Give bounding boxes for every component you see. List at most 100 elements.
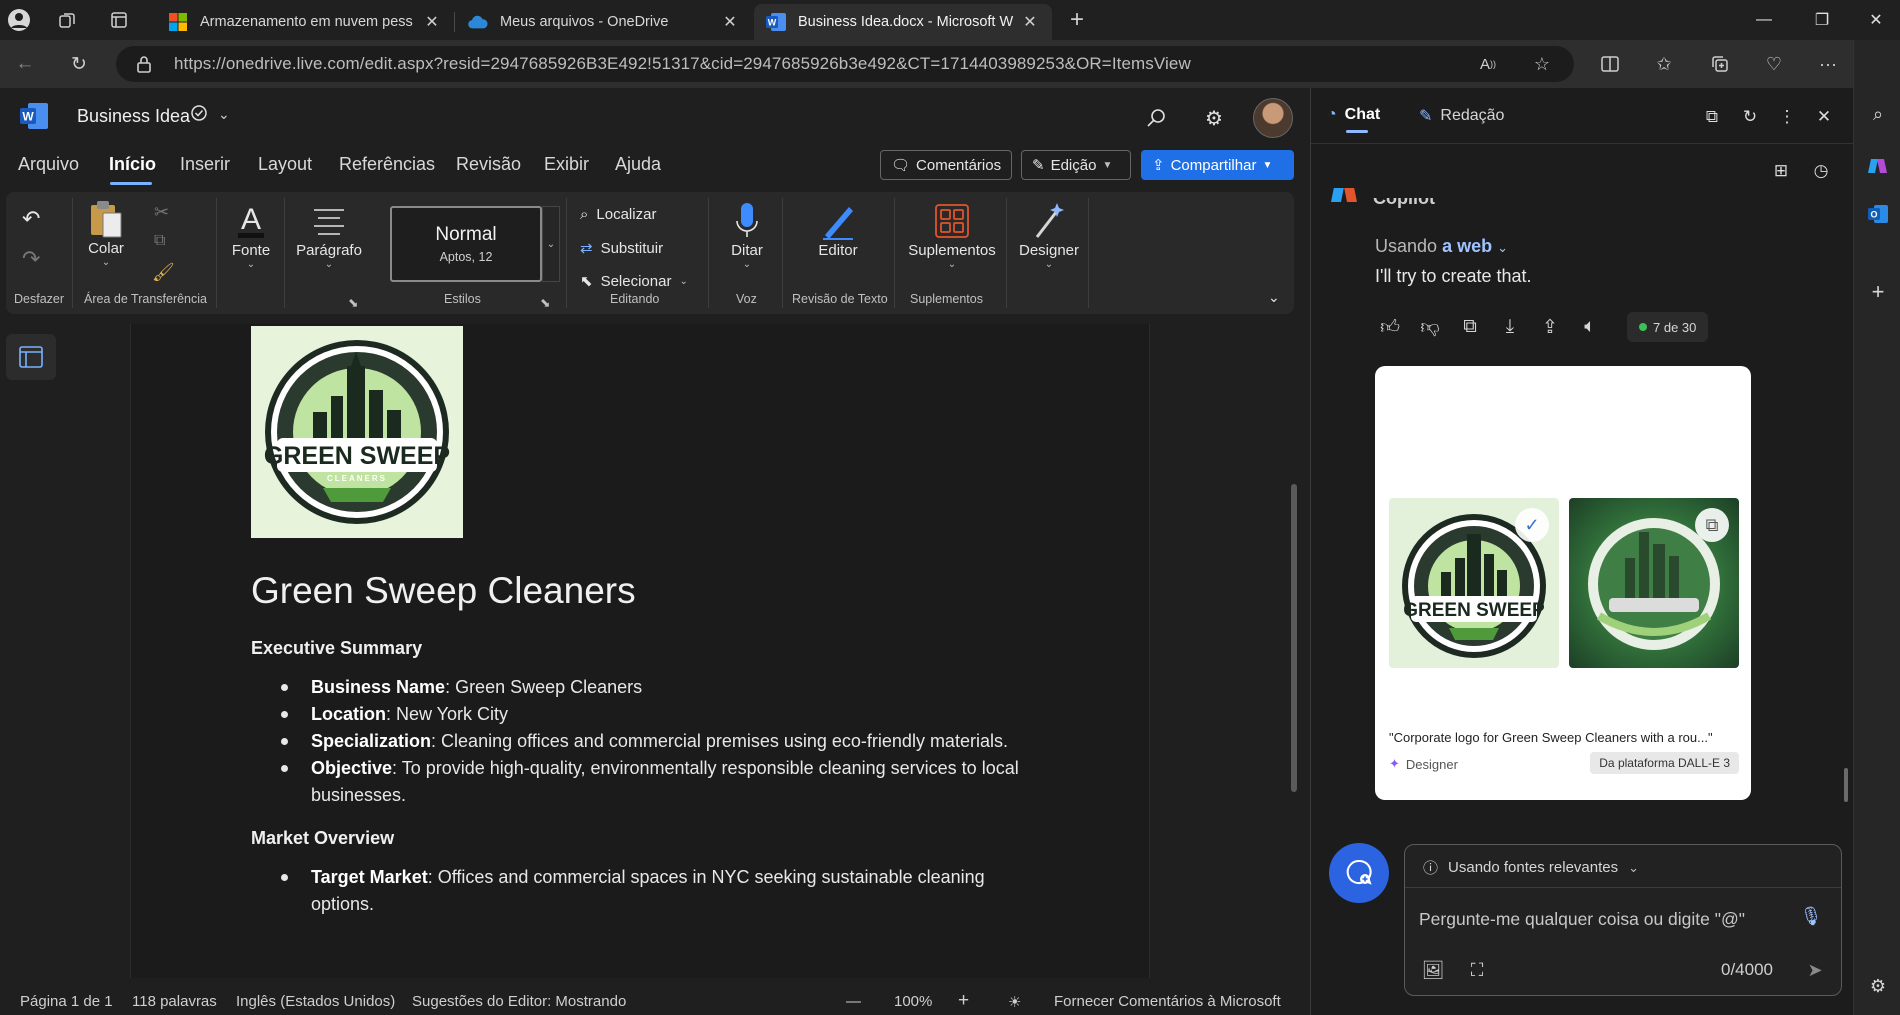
document-title[interactable]: Green Sweep Cleaners <box>251 570 636 612</box>
editor-suggestions[interactable]: Sugestões do Editor: Mostrando <box>412 993 626 1010</box>
read-aloud-icon[interactable]: A)) <box>1468 48 1508 80</box>
close-tab-icon[interactable]: ✕ <box>1020 12 1040 32</box>
open-in-new-icon[interactable]: ⧉ <box>1698 104 1726 130</box>
performance-icon[interactable]: ♡ <box>1754 48 1794 80</box>
tab-arquivo[interactable]: Arquivo <box>18 154 79 175</box>
section-heading[interactable]: Executive Summary <box>251 638 422 659</box>
tab-word-document[interactable]: W Business Idea.docx - Microsoft W ✕ <box>754 4 1052 40</box>
document-scrollbar[interactable] <box>1291 484 1297 792</box>
split-screen-icon[interactable] <box>1590 48 1630 80</box>
cut-icon[interactable]: ✂ <box>154 202 169 223</box>
format-painter-icon[interactable]: 🖌 <box>152 262 175 283</box>
word-logo-icon[interactable]: W <box>20 103 48 129</box>
tab-onedrive-storage[interactable]: Armazenamento em nuvem pess ✕ <box>156 4 454 40</box>
favorites-icon[interactable]: ✩ <box>1644 48 1684 80</box>
tab-revisao[interactable]: Revisão <box>456 154 521 175</box>
editor-button[interactable]: Editor <box>810 200 866 259</box>
tab-onedrive-files[interactable]: Meus arquivos - OneDrive ✕ <box>456 4 752 40</box>
checkmark-icon[interactable]: ✓ <box>1515 508 1549 542</box>
minimize-icon[interactable]: — <box>1736 0 1792 40</box>
more-options-icon[interactable]: ··· <box>1808 48 1848 80</box>
list-item[interactable]: Target Market: Offices and commercial sp… <box>281 864 1041 918</box>
close-tab-icon[interactable]: ✕ <box>422 12 442 32</box>
generated-image-2[interactable]: ⧉ <box>1569 498 1739 668</box>
page-count[interactable]: Página 1 de 1 <box>20 993 113 1010</box>
saved-status-icon[interactable] <box>190 104 208 127</box>
share-button[interactable]: ⇪ Compartilhar ▼ <box>1141 150 1294 180</box>
send-icon[interactable]: ➤ <box>1801 957 1829 983</box>
designer-button[interactable]: Designer ⌄ <box>1012 200 1086 270</box>
favorite-star-icon[interactable]: ☆ <box>1522 48 1562 80</box>
add-to-collection-icon[interactable]: ⧉ <box>1695 508 1729 542</box>
outlook-icon[interactable]: O <box>1862 198 1894 230</box>
screenshot-icon[interactable]: ⛶ <box>1463 957 1491 983</box>
find-button[interactable]: ⌕ Localizar <box>580 206 656 223</box>
tab-compose[interactable]: ✎ Redação <box>1419 106 1504 126</box>
addins-button[interactable]: Suplementos ⌄ <box>904 200 1000 270</box>
dictate-button[interactable]: Ditar ⌄ <box>724 200 770 270</box>
profile-icon[interactable] <box>4 6 34 34</box>
add-image-icon[interactable]: 🖼︎ <box>1419 957 1447 983</box>
chat-scrollbar[interactable] <box>1844 768 1848 802</box>
copy-icon[interactable]: ⧉ <box>154 232 165 250</box>
relevant-sources-toggle[interactable]: ⓘ Usando fontes relevantes ⌄ <box>1423 857 1639 878</box>
tab-actions-icon[interactable] <box>104 6 134 34</box>
select-button[interactable]: ⬉ Selecionar ⌄ <box>580 272 688 291</box>
source-selector[interactable]: Usando a web ⌄ <box>1375 236 1508 257</box>
dialog-launcher-icon[interactable]: ⬊ <box>348 295 358 310</box>
brightness-icon[interactable]: ☀ <box>1008 993 1021 1011</box>
list-item[interactable]: Business Name: Green Sweep Cleaners <box>281 674 1041 701</box>
green-sweep-logo-image[interactable]: GREEN SWEEP CLEANERS <box>251 326 463 538</box>
tab-exibir[interactable]: Exibir <box>544 154 589 175</box>
search-icon[interactable] <box>1140 102 1172 134</box>
restore-icon[interactable]: ❐ <box>1794 0 1850 40</box>
tab-inserir[interactable]: Inserir <box>180 154 230 175</box>
share-icon[interactable]: ⇪ <box>1535 314 1565 340</box>
redo-icon[interactable]: ↷ <box>22 246 40 272</box>
section-heading[interactable]: Market Overview <box>251 828 394 849</box>
tab-referencias[interactable]: Referências <box>339 154 435 175</box>
refresh-icon[interactable]: ↻ <box>1736 104 1764 130</box>
zoom-out-icon[interactable]: — <box>846 993 861 1010</box>
tab-chat[interactable]: ◔ Chat <box>1327 106 1380 124</box>
chat-input[interactable] <box>1419 905 1779 933</box>
collections-icon[interactable] <box>1700 48 1740 80</box>
feedback-link[interactable]: Fornecer Comentários à Microsoft <box>1054 993 1281 1010</box>
settings-gear-icon[interactable]: ⚙ <box>1198 102 1230 134</box>
document-page[interactable]: GREEN SWEEP CLEANERS Green Sweep Cleaner… <box>130 324 1150 978</box>
close-tab-icon[interactable]: ✕ <box>720 12 740 32</box>
style-gallery-normal[interactable]: Normal Aptos, 12 <box>390 206 542 282</box>
workspaces-icon[interactable] <box>52 6 82 34</box>
copy-icon[interactable]: ⧉ <box>1455 314 1485 340</box>
tab-ajuda[interactable]: Ajuda <box>615 154 661 175</box>
language[interactable]: Inglês (Estados Unidos) <box>236 993 395 1010</box>
refresh-icon[interactable]: ↻ <box>62 48 96 80</box>
tab-inicio[interactable]: Início <box>109 154 156 175</box>
add-sidebar-app-icon[interactable]: + <box>1862 276 1894 308</box>
avatar[interactable] <box>1253 98 1293 138</box>
chevron-down-icon[interactable]: ⌄ <box>218 106 230 123</box>
tab-layout[interactable]: Layout <box>258 154 312 175</box>
style-gallery-expand-icon[interactable]: ⌄ <box>542 206 560 282</box>
url-bar[interactable]: https://onedrive.live.com/edit.aspx?resi… <box>116 46 1574 82</box>
list-item[interactable]: Objective: To provide high-quality, envi… <box>281 755 1041 809</box>
close-icon[interactable]: ✕ <box>1810 104 1838 130</box>
dialog-launcher-icon[interactable]: ⬊ <box>540 295 550 310</box>
word-count[interactable]: 118 palavras <box>132 993 217 1010</box>
replace-button[interactable]: ⇄ Substituir <box>580 239 663 258</box>
plugins-icon[interactable]: ⊞ <box>1767 158 1795 184</box>
editing-mode-button[interactable]: ✎ Edição ▼ <box>1021 150 1131 180</box>
sidebar-settings-icon[interactable]: ⚙ <box>1862 970 1894 1002</box>
zoom-in-icon[interactable]: + <box>958 990 969 1012</box>
undo-icon[interactable]: ↶ <box>22 206 40 232</box>
microphone-icon[interactable]: 🎙︎ <box>1797 903 1825 929</box>
list-item[interactable]: Location: New York City <box>281 701 1041 728</box>
comments-button[interactable]: 🗨 Comentários <box>880 150 1012 180</box>
search-icon[interactable]: ⌕ <box>1862 98 1894 130</box>
new-topic-button[interactable] <box>1329 843 1389 903</box>
paste-button[interactable]: Colar ⌄ <box>84 198 128 268</box>
collapse-ribbon-icon[interactable]: ⌄ <box>1268 289 1280 306</box>
read-aloud-icon[interactable]: 🔈︎ <box>1575 314 1605 340</box>
paragraph-button[interactable]: Parágrafo ⌄ <box>294 200 364 270</box>
list-item[interactable]: Specialization: Cleaning offices and com… <box>281 728 1041 755</box>
